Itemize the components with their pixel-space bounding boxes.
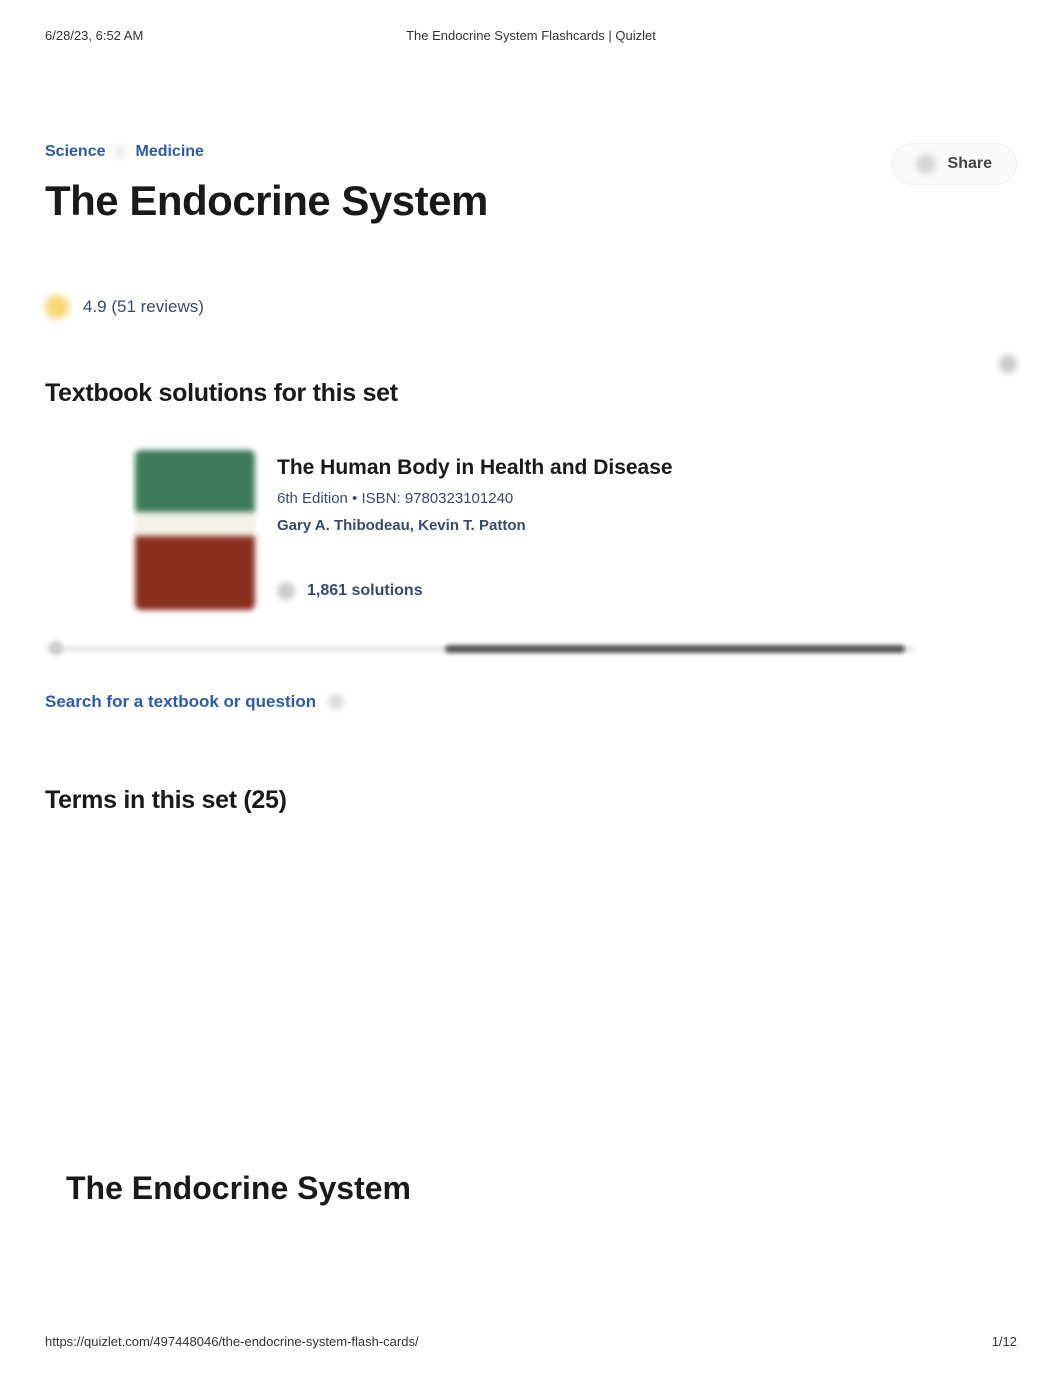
star-icon [45, 295, 69, 319]
rating-text: 4.9 (51 reviews) [83, 297, 204, 317]
textbook-authors: Gary A. Thibodeau, Kevin T. Patton [277, 517, 673, 534]
carousel-progress[interactable] [45, 646, 915, 652]
solutions-count: 1,861 solutions [307, 582, 423, 600]
footer-page-number: 1/12 [992, 1334, 1017, 1349]
main-content: Science Medicine The Endocrine System Sh… [0, 43, 1062, 815]
textbook-title: The Human Body in Health and Disease [277, 456, 673, 480]
textbook-edition: 6th Edition • ISBN: 9780323101240 [277, 490, 673, 507]
print-title: The Endocrine System Flashcards | Quizle… [406, 28, 656, 43]
search-textbook-link[interactable]: Search for a textbook or question [45, 692, 1017, 712]
rating-row[interactable]: 4.9 (51 reviews) [45, 295, 1017, 319]
share-icon [916, 154, 936, 174]
top-row: Science Medicine The Endocrine System Sh… [45, 143, 1017, 225]
textbook-card[interactable]: The Human Body in Health and Disease 6th… [45, 450, 1017, 610]
print-footer: https://quizlet.com/497448046/the-endocr… [45, 1334, 1017, 1349]
external-link-icon [328, 694, 344, 710]
share-label: Share [948, 155, 992, 173]
flashcard-title[interactable]: The Endocrine System [66, 1170, 411, 1207]
check-icon [277, 582, 295, 600]
page-title: The Endocrine System [45, 177, 488, 225]
solutions-row: 1,861 solutions [277, 582, 673, 600]
print-datetime: 6/28/23, 6:52 AM [45, 28, 143, 43]
terms-heading: Terms in this set (25) [45, 786, 1017, 815]
breadcrumb: Science Medicine [45, 143, 488, 161]
textbook-info: The Human Body in Health and Disease 6th… [277, 450, 673, 610]
breadcrumb-medicine[interactable]: Medicine [135, 143, 203, 161]
print-header: 6/28/23, 6:52 AM The Endocrine System Fl… [0, 0, 1062, 43]
share-button[interactable]: Share [891, 143, 1017, 185]
search-link-text[interactable]: Search for a textbook or question [45, 692, 316, 712]
progress-fill [445, 645, 905, 653]
textbook-heading: Textbook solutions for this set [45, 379, 398, 408]
chevron-right-icon [113, 145, 127, 159]
info-icon[interactable] [999, 355, 1017, 373]
textbook-section-header: Textbook solutions for this set [45, 319, 1017, 408]
progress-dot-icon [49, 641, 63, 655]
footer-url: https://quizlet.com/497448046/the-endocr… [45, 1334, 419, 1349]
textbook-cover [135, 450, 255, 610]
breadcrumb-science[interactable]: Science [45, 143, 105, 161]
